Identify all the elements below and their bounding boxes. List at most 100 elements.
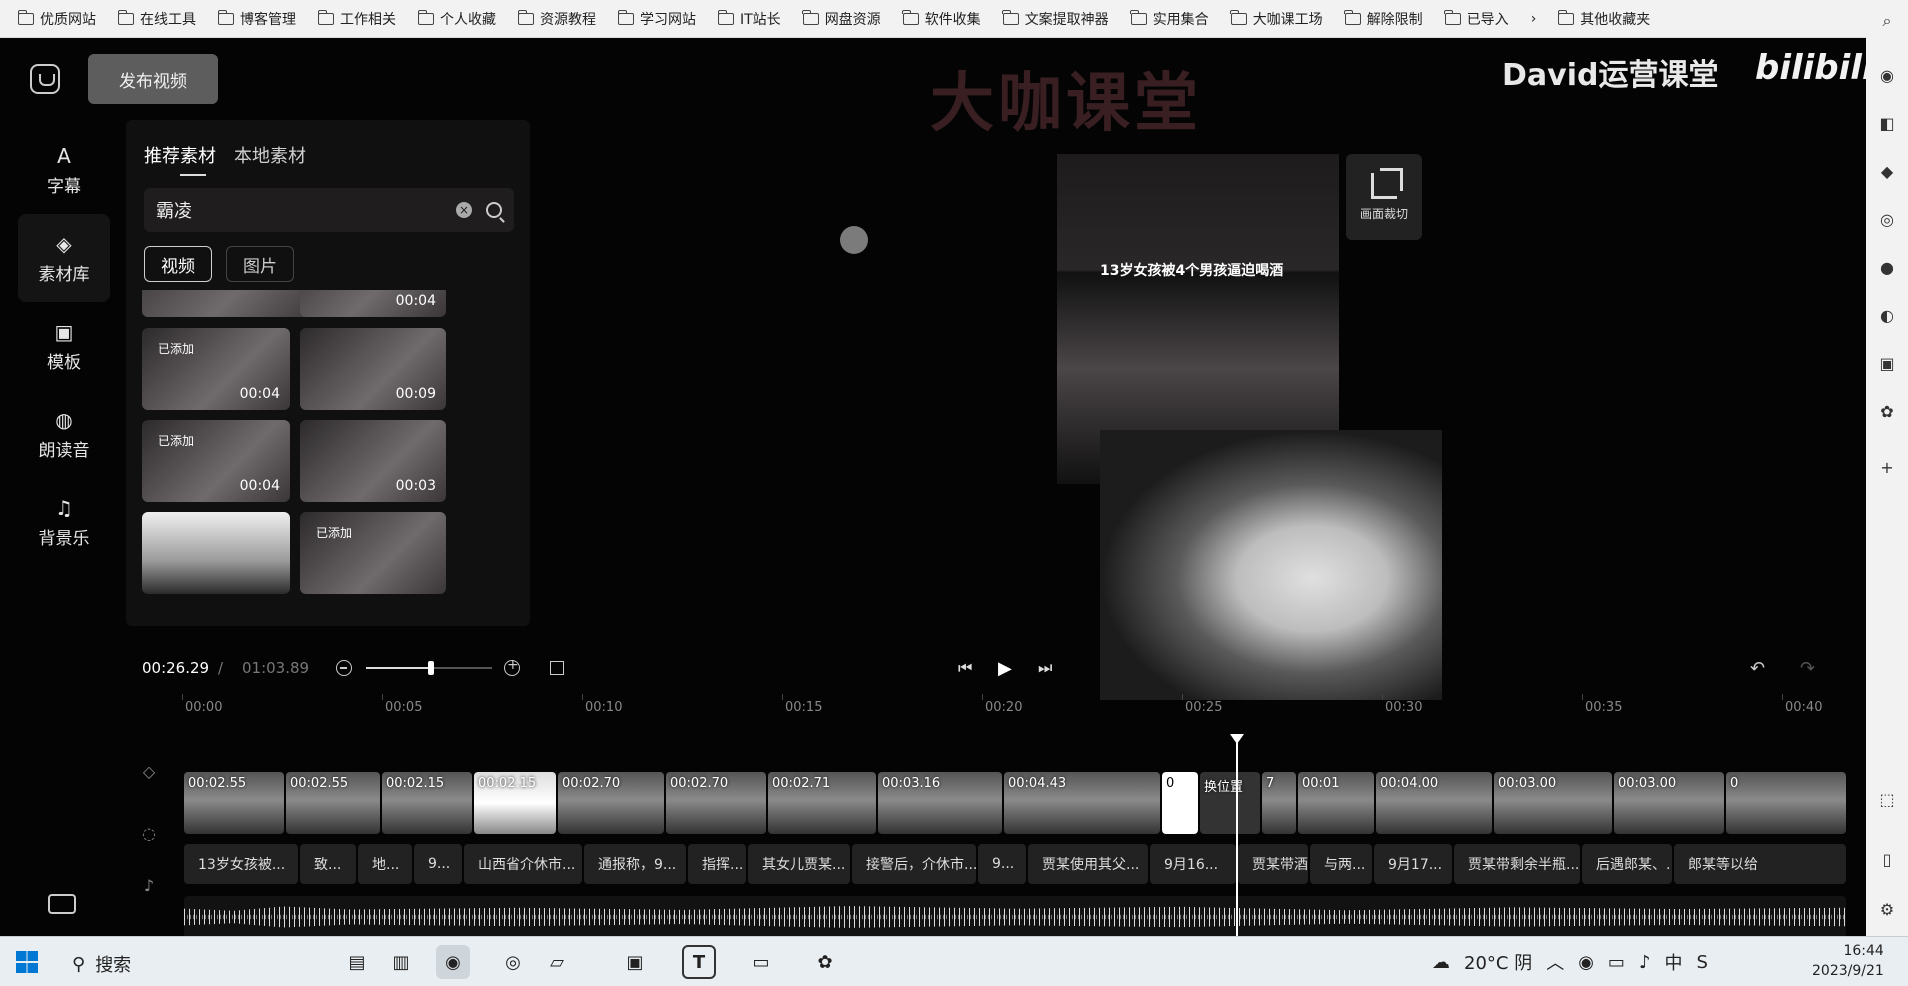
browser-beta-icon[interactable]: ◉ xyxy=(436,945,470,979)
settings-icon[interactable]: ⚙ xyxy=(1878,900,1896,919)
material-thumb[interactable] xyxy=(142,290,322,317)
video-clip[interactable]: 0 xyxy=(1726,772,1846,834)
bookmark-item[interactable]: 已导入 xyxy=(1444,9,1509,29)
caption-clip[interactable]: 其女儿贾某... xyxy=(748,844,850,884)
caption-clip[interactable]: 13岁女孩被... xyxy=(184,844,298,884)
play-icon[interactable]: ▶ xyxy=(998,658,1012,679)
material-thumb[interactable]: 00:04 xyxy=(300,290,446,317)
tab-recommended[interactable]: 推荐素材 xyxy=(144,142,216,168)
video-clip[interactable]: 00:02.70 xyxy=(558,772,664,834)
sidebar-app-icon[interactable]: ✿ xyxy=(1878,402,1896,421)
caption-clip[interactable]: 致... xyxy=(300,844,356,884)
caption-clip[interactable]: 山西省介休市... xyxy=(464,844,582,884)
sidebar-app-icon[interactable]: ◐ xyxy=(1878,306,1896,325)
chevron-right-icon[interactable]: › xyxy=(1531,11,1537,27)
screenshot-icon[interactable]: ⬚ xyxy=(1878,790,1896,809)
search-icon[interactable]: ⌕ xyxy=(1878,11,1896,30)
tray-icon[interactable]: ◉ xyxy=(1578,952,1594,973)
playhead[interactable] xyxy=(1236,736,1238,942)
video-clip[interactable]: 00:03.16 xyxy=(878,772,1002,834)
tab-local[interactable]: 本地素材 xyxy=(234,142,306,168)
sidebar-app-icon[interactable]: ◧ xyxy=(1878,114,1896,133)
video-clip[interactable]: 换位置 xyxy=(1200,772,1260,834)
search-box[interactable]: 霸凌 × xyxy=(144,188,514,232)
bookmark-item[interactable]: 实用集合 xyxy=(1130,9,1209,29)
clear-icon[interactable]: × xyxy=(456,202,472,218)
chevron-up-icon[interactable]: ︿ xyxy=(1546,949,1564,975)
material-thumb[interactable]: 00:03 xyxy=(300,420,446,502)
ime-icon[interactable]: S xyxy=(1696,952,1707,973)
bookmark-item[interactable]: 学习网站 xyxy=(617,9,696,29)
material-thumb[interactable]: 已添加 xyxy=(300,512,446,594)
taskbar-app-icon[interactable]: ▤ xyxy=(340,945,374,979)
sidebar-app-icon[interactable]: ▣ xyxy=(1878,354,1896,373)
video-clip[interactable]: 00:02.70 xyxy=(666,772,766,834)
video-clip[interactable]: 00:02.55 xyxy=(286,772,380,834)
caption-clip[interactable]: 9... xyxy=(978,844,1026,884)
weather-label[interactable]: 20°C 阴 xyxy=(1464,949,1532,975)
fit-timeline-icon[interactable] xyxy=(550,661,564,675)
notes-app-icon[interactable]: ▱ xyxy=(540,945,574,979)
bookmark-item[interactable]: 网盘资源 xyxy=(802,9,881,29)
rail-item-subtitles[interactable]: A 字幕 xyxy=(18,126,110,214)
caption-clip[interactable]: 指挥... xyxy=(688,844,746,884)
undo-icon[interactable]: ↶ xyxy=(1750,658,1765,679)
zoom-in-icon[interactable] xyxy=(504,657,520,676)
sidebar-app-icon[interactable]: ◆ xyxy=(1878,162,1896,181)
video-clip[interactable]: 00:04.43 xyxy=(1004,772,1160,834)
audio-track[interactable] xyxy=(184,896,1846,938)
bookmark-item[interactable]: 在线工具 xyxy=(117,9,196,29)
app-logo-icon[interactable] xyxy=(30,64,60,94)
file-explorer-icon[interactable]: ▭ xyxy=(744,945,778,979)
text-app-icon[interactable]: T xyxy=(682,945,716,979)
bookmark-item[interactable]: 资源教程 xyxy=(517,9,596,29)
material-thumb[interactable] xyxy=(142,512,290,594)
zoom-out-icon[interactable] xyxy=(336,660,352,676)
caption-clip[interactable]: 9月17... xyxy=(1374,844,1452,884)
bookmark-item[interactable]: 个人收藏 xyxy=(417,9,496,29)
publish-video-button[interactable]: 发布视频 xyxy=(88,54,218,104)
filter-video[interactable]: 视频 xyxy=(144,246,212,282)
material-thumb[interactable]: 已添加 00:04 xyxy=(142,328,290,410)
video-clip[interactable]: 00:03.00 xyxy=(1614,772,1724,834)
taskbar-search[interactable]: ⚲ 搜索 xyxy=(72,951,131,977)
video-clip[interactable]: 00:04.00 xyxy=(1376,772,1492,834)
video-clip[interactable]: 00:02.71 xyxy=(768,772,876,834)
search-icon[interactable] xyxy=(486,202,502,218)
zoom-slider-handle[interactable] xyxy=(428,661,434,675)
bookmark-item[interactable]: 博客管理 xyxy=(217,9,296,29)
search-input[interactable]: 霸凌 xyxy=(156,197,456,223)
rail-item-materials[interactable]: ◈ 素材库 xyxy=(18,214,110,302)
material-thumb[interactable]: 00:09 xyxy=(300,328,446,410)
sidebar-app-icon[interactable]: ◉ xyxy=(1878,66,1896,85)
bookmark-item[interactable]: 文案提取神器 xyxy=(1002,9,1109,29)
caption-clip[interactable]: 通报称，9... xyxy=(584,844,686,884)
network-icon[interactable]: ▭ xyxy=(1608,952,1625,973)
bookmark-item[interactable]: 大咖课工场 xyxy=(1230,9,1323,29)
video-clip[interactable]: 00:02.55 xyxy=(184,772,284,834)
skip-forward-icon[interactable]: ⏭ xyxy=(1038,658,1052,678)
bookmark-item[interactable]: 工作相关 xyxy=(317,9,396,29)
taskbar-app-icon[interactable]: ▣ xyxy=(618,945,652,979)
bookmark-item[interactable]: 软件收集 xyxy=(902,9,981,29)
bookmark-item[interactable]: IT站长 xyxy=(717,9,781,29)
timeline-ruler[interactable]: 00:00 00:05 00:10 00:15 00:20 00:25 00:3… xyxy=(181,694,1845,736)
volume-icon[interactable]: ♪ xyxy=(1639,952,1651,973)
taskbar-clock[interactable]: 16:44 2023/9/21 xyxy=(1812,941,1884,981)
skip-back-icon[interactable]: ⏮ xyxy=(958,658,972,678)
bookmark-item[interactable]: 优质网站 xyxy=(17,9,96,29)
caption-clip[interactable]: 贾某带酒... xyxy=(1238,844,1308,884)
caption-clip[interactable]: 地... xyxy=(358,844,412,884)
video-clip[interactable]: 00:03.00 xyxy=(1494,772,1612,834)
chrome-icon[interactable]: ◎ xyxy=(496,945,530,979)
rail-item-templates[interactable]: ▣ 模板 xyxy=(18,302,110,390)
rail-item-voiceover[interactable]: ◍ 朗读音 xyxy=(18,390,110,478)
sidebar-app-icon[interactable]: ● xyxy=(1878,258,1896,277)
bookmark-item[interactable]: 其他收藏夹 xyxy=(1557,9,1650,29)
bookmark-item[interactable]: 解除限制 xyxy=(1344,9,1423,29)
caption-clip[interactable]: 贾某带剩余半瓶... xyxy=(1454,844,1580,884)
caption-clip[interactable]: 贾某使用其父... xyxy=(1028,844,1148,884)
crop-button[interactable]: 画面裁切 xyxy=(1346,154,1422,240)
video-clip-selected[interactable]: 0 xyxy=(1162,772,1198,834)
material-thumb[interactable]: 已添加 00:04 xyxy=(142,420,290,502)
